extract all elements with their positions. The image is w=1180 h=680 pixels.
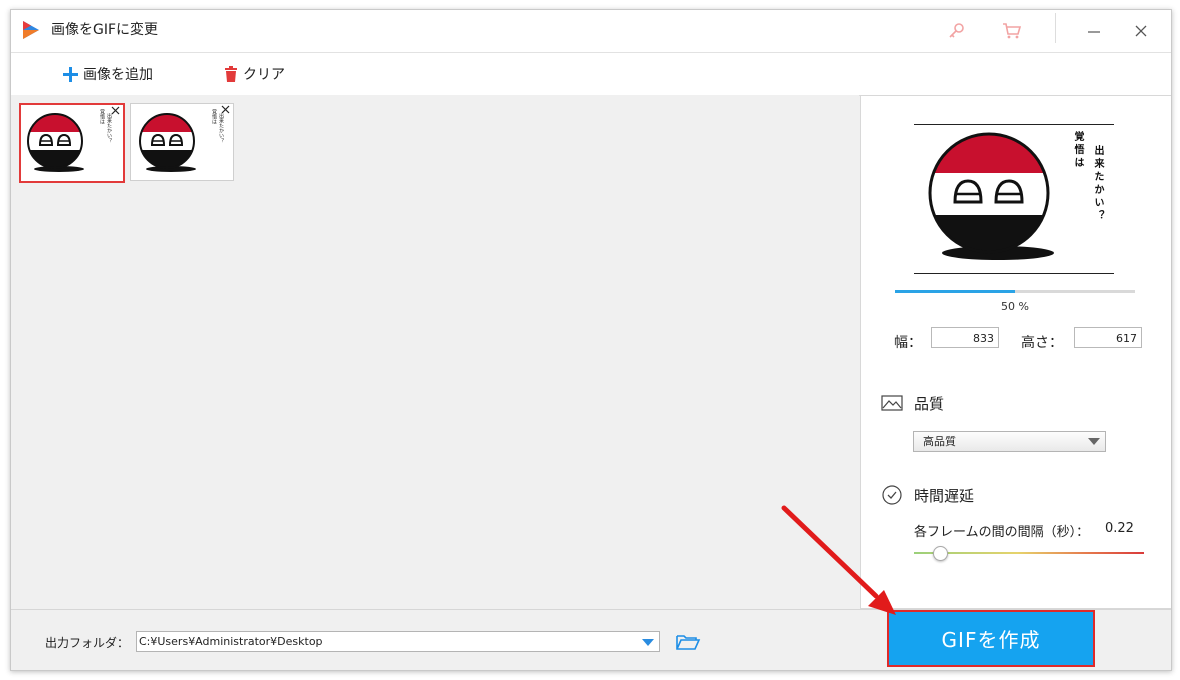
delay-slider[interactable] <box>914 552 1144 554</box>
clear-button[interactable]: クリア <box>224 64 285 84</box>
zoom-label: 50 % <box>1001 300 1029 313</box>
delay-label: 各フレームの間の間隔（秒）： <box>914 525 1090 540</box>
output-folder-input[interactable]: C:¥Users¥Administrator¥Desktop <box>136 631 660 652</box>
quality-select[interactable]: 高品質 <box>913 431 1106 452</box>
width-input[interactable]: 833 <box>931 327 999 348</box>
zoom-progress[interactable] <box>895 290 1135 293</box>
delay-slider-handle[interactable] <box>933 546 949 561</box>
title-bar: 画像をGIFに変更 <box>11 10 1171 52</box>
width-label: 幅： <box>894 335 922 351</box>
minimize-icon <box>1088 31 1100 33</box>
image-list-area[interactable]: 覚悟は 出来たかい？ 覚悟は 出来たかい？ <box>11 95 859 609</box>
thumbnail-2[interactable]: 覚悟は 出来たかい？ <box>130 103 234 181</box>
window-title: 画像をGIFに変更 <box>51 22 159 38</box>
height-label: 高さ： <box>1021 335 1063 351</box>
key-icon <box>949 23 964 38</box>
clear-label: クリア <box>243 67 285 83</box>
preview-text-col1: 覚悟は <box>1072 131 1083 170</box>
quality-selected-value: 高品質 <box>923 435 956 448</box>
titlebar-divider <box>1055 13 1056 43</box>
output-folder-label: 出力フォルダ： <box>45 636 130 650</box>
delay-value: 0.22 <box>1105 521 1134 536</box>
image-quality-icon <box>881 395 903 411</box>
app-window: 画像をGIFに変更 画像を追加 クリア 覚悟は 出来たかい？ 覚悟は 出来たかい… <box>10 9 1172 671</box>
zoom-progress-fill <box>895 290 1015 293</box>
height-input[interactable]: 617 <box>1074 327 1142 348</box>
create-gif-button[interactable]: GIFを作成 <box>887 610 1095 667</box>
cart-button[interactable] <box>996 16 1028 46</box>
quality-title: 品質 <box>914 395 945 413</box>
thumbnail-text-col1: 覚悟は <box>211 109 217 124</box>
thumbnail-text-col2: 出来たかい？ <box>218 113 224 143</box>
preview-image: 覚悟は 出来たかい？ <box>914 124 1114 274</box>
close-button[interactable] <box>1125 16 1157 46</box>
preview-text-col2: 出来たかい？ <box>1092 145 1103 223</box>
trash-icon <box>224 66 238 82</box>
remove-thumbnail-icon[interactable] <box>220 104 231 115</box>
key-button[interactable] <box>941 16 973 46</box>
thumbnail-text-col2: 出来たかい？ <box>106 113 112 143</box>
chevron-down-icon <box>1088 438 1100 445</box>
thumbnail-text-col1: 覚悟は <box>99 109 105 124</box>
folder-open-icon[interactable] <box>675 631 701 653</box>
bottom-bar: 出力フォルダ： C:¥Users¥Administrator¥Desktop G… <box>11 609 1171 670</box>
clock-icon <box>882 485 902 505</box>
remove-thumbnail-icon[interactable] <box>110 105 121 116</box>
delay-title: 時間遅延 <box>914 487 975 505</box>
chevron-down-icon[interactable] <box>642 639 654 646</box>
minimize-button[interactable] <box>1078 16 1110 46</box>
thumbnail-1[interactable]: 覚悟は 出来たかい？ <box>19 103 125 183</box>
plus-icon <box>63 66 78 82</box>
cart-icon <box>1003 23 1022 39</box>
output-folder-path: C:¥Users¥Administrator¥Desktop <box>139 635 323 648</box>
add-image-button[interactable]: 画像を追加 <box>63 64 153 84</box>
app-logo-icon <box>23 21 39 39</box>
toolbar: 画像を追加 クリア <box>11 52 1171 96</box>
close-icon <box>1135 25 1147 37</box>
settings-panel: 覚悟は 出来たかい？ 50 % 幅： 833 高さ： 617 品質 高品質 時間… <box>860 95 1171 609</box>
add-image-label: 画像を追加 <box>83 67 153 83</box>
